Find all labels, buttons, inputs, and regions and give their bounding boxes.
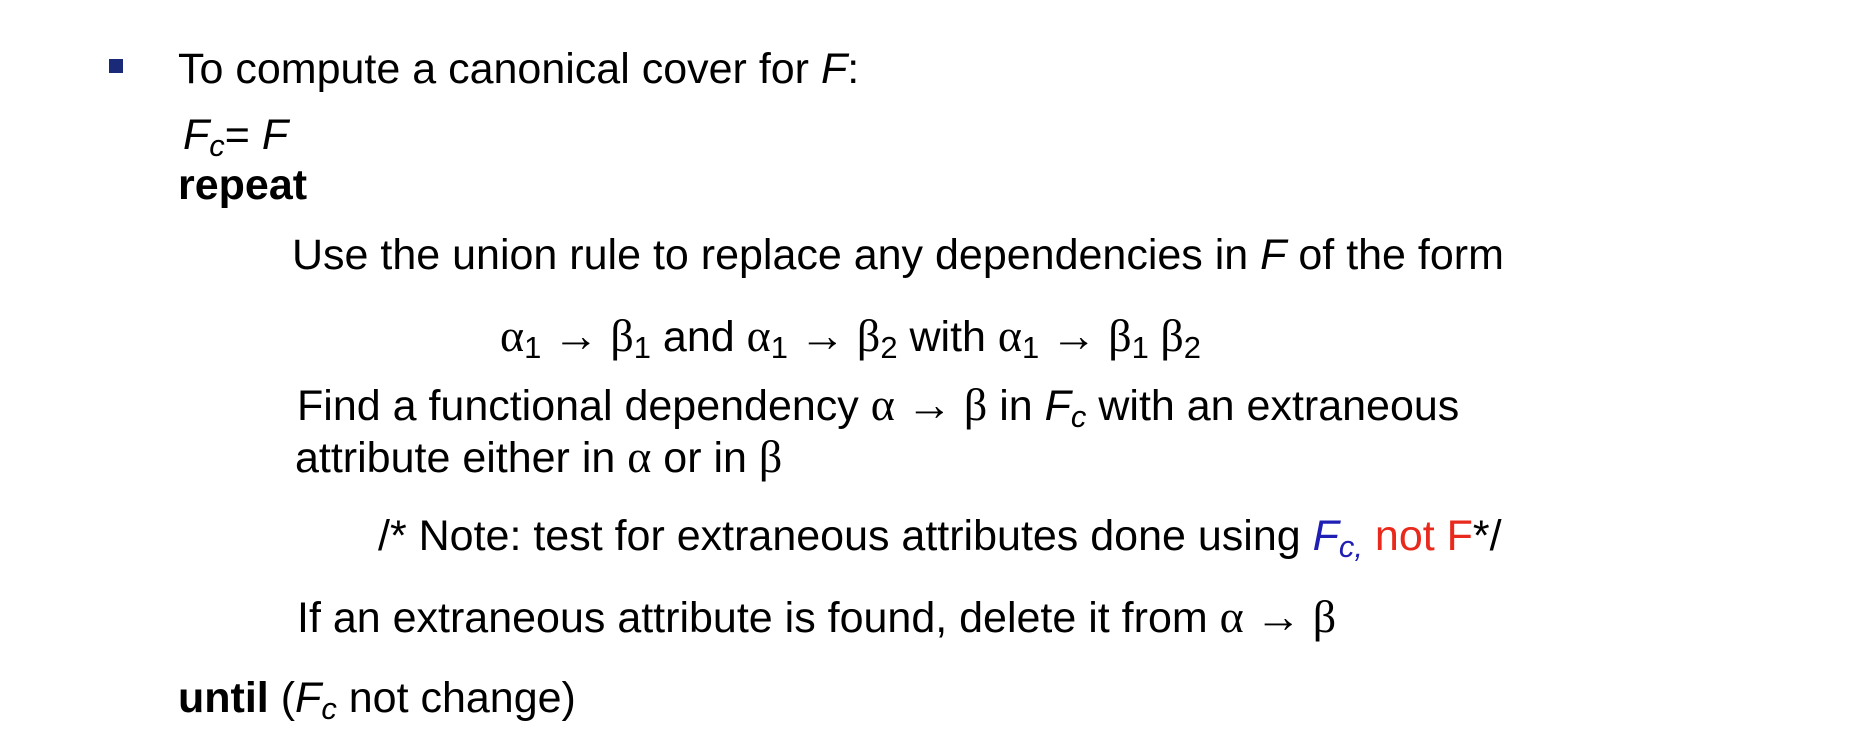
beta-3-sub: 1 xyxy=(1131,329,1149,365)
until-keyword: until xyxy=(178,674,269,722)
beta-1: β xyxy=(610,310,634,361)
fc-var: F xyxy=(183,111,210,159)
alpha-1: α xyxy=(500,310,525,361)
find-text-1: Find a functional dependency xyxy=(297,382,871,430)
fc-sub: c xyxy=(209,127,225,163)
alpha-2-sub: 1 xyxy=(770,329,788,365)
union-rule-line: Use the union rule to replace any depend… xyxy=(292,230,1504,280)
find-fc-sub: c xyxy=(1070,398,1087,434)
note-fc-sub: c, xyxy=(1338,528,1363,564)
beta-4-sub: 2 xyxy=(1183,329,1201,365)
and-text: and xyxy=(650,313,747,361)
intro-text: To compute a canonical cover for xyxy=(178,45,821,93)
repeat-keyword: repeat xyxy=(178,161,308,209)
alpha-3: α xyxy=(997,310,1023,361)
until-line: until (Fc not change) xyxy=(178,673,576,726)
attr-beta: β xyxy=(758,431,783,482)
alpha-3-sub: 1 xyxy=(1022,329,1040,365)
union-text-1: Use the union rule to replace any depend… xyxy=(292,231,1261,279)
attr-text-2: or in xyxy=(651,434,759,482)
until-text: not change) xyxy=(336,674,576,722)
find-fc-var: F xyxy=(1044,382,1071,430)
delete-attribute-line: If an extraneous attribute is found, del… xyxy=(297,592,1336,643)
intro-line: To compute a canonical cover for F: xyxy=(178,44,859,94)
find-fd-line: Find a functional dependency α → β in Fc… xyxy=(297,379,1460,434)
intro-colon: : xyxy=(847,45,860,93)
until-fc-var: F xyxy=(295,674,322,722)
delete-alpha: α xyxy=(1219,591,1244,642)
attr-alpha: α xyxy=(627,431,652,482)
note-comment-line: /* Note: test for extraneous attributes … xyxy=(378,511,1502,564)
union-text-2: of the form xyxy=(1286,231,1504,279)
find-alpha: α xyxy=(870,379,895,430)
note-fc-var: F xyxy=(1312,512,1339,560)
beta-2-sub: 2 xyxy=(880,329,898,365)
beta-1-sub: 1 xyxy=(633,329,651,365)
bullet-square-icon xyxy=(109,59,123,73)
arrow-1: → xyxy=(541,310,611,361)
f-var: F xyxy=(261,111,289,159)
union-f-var: F xyxy=(1260,231,1287,279)
delete-text-1: If an extraneous attribute is found, del… xyxy=(297,594,1220,642)
note-end: */ xyxy=(1472,512,1502,560)
init-assignment: Fc= F xyxy=(183,110,289,163)
delete-arrow: → xyxy=(1243,591,1313,642)
beta-2: β xyxy=(856,310,881,361)
arrow-2: → xyxy=(787,310,857,361)
beta-4: β xyxy=(1148,310,1184,361)
beta-3: β xyxy=(1108,310,1132,361)
union-formula: α1 → β1 and α1 → β2 with α1 → β1 β2 xyxy=(500,310,1201,365)
attr-text-1: attribute either in xyxy=(295,434,628,482)
attribute-line: attribute either in α or in β xyxy=(295,432,782,483)
find-text-3: with an extraneous xyxy=(1086,382,1460,430)
alpha-1-sub: 1 xyxy=(524,329,542,365)
find-text-2: in xyxy=(987,382,1045,430)
until-paren-open: ( xyxy=(268,674,296,722)
arrow-3: → xyxy=(1039,310,1109,361)
until-fc-sub: c xyxy=(321,690,337,726)
find-beta: β xyxy=(963,379,988,430)
set-f: F xyxy=(820,45,848,93)
note-text-1: /* Note: test for extraneous attributes … xyxy=(378,512,1313,560)
alpha-2: α xyxy=(746,310,771,361)
find-arrow: → xyxy=(894,379,964,430)
delete-beta: β xyxy=(1312,591,1337,642)
with-text: with xyxy=(897,313,998,361)
equals-sign: = xyxy=(224,111,262,159)
note-not-f: not F xyxy=(1362,512,1473,560)
